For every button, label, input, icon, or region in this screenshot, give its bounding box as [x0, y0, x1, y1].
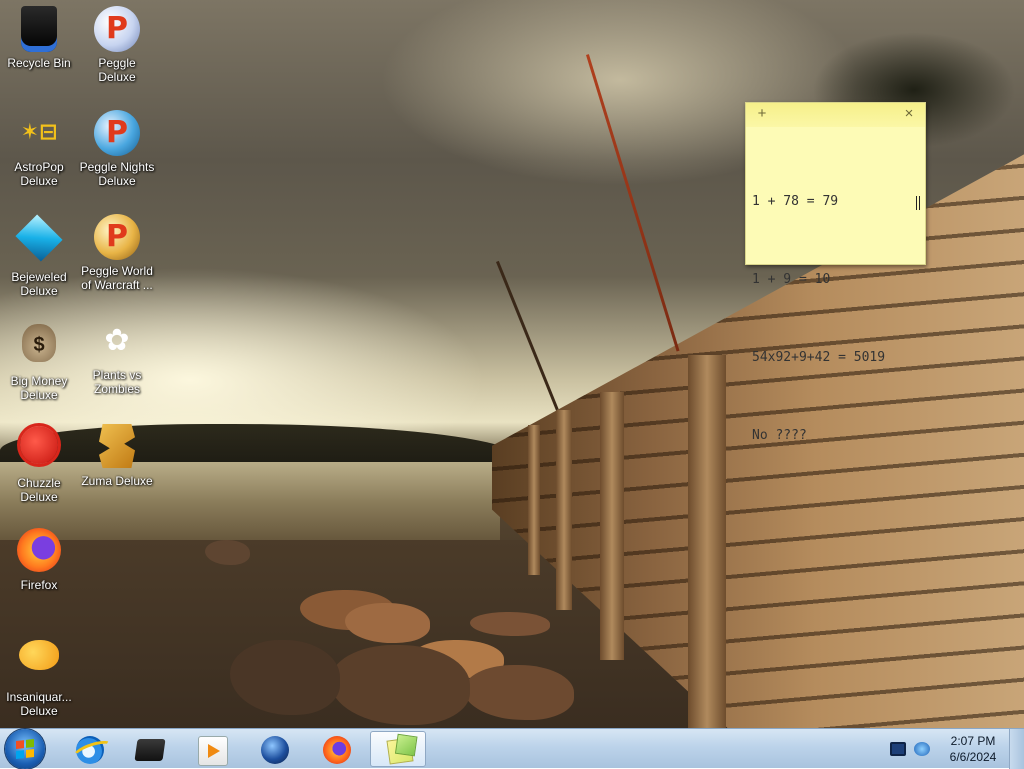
taskbar: 2:07 PM 6/6/2024	[0, 728, 1024, 769]
taskbar-sticky-notes[interactable]	[370, 731, 426, 767]
desktop-icon-insaniquarium[interactable]: Insaniquar... Deluxe	[0, 630, 78, 718]
desktop-icon-big-money[interactable]: $ Big Money Deluxe	[0, 318, 78, 402]
desktop-icon-recycle-bin[interactable]: Recycle Bin	[0, 6, 78, 70]
recycle-bin-icon	[15, 6, 63, 54]
boardwalk-post	[600, 392, 624, 660]
note-line: 54x92+9+42 = 5019	[752, 350, 886, 365]
note-line: 1 + 78 = 79	[752, 194, 839, 209]
taskbar-media-player[interactable]	[184, 731, 240, 767]
desktop-icon-label: Plants vs Zombies	[92, 368, 142, 396]
plants-vs-zombies-icon: ✿	[104, 324, 130, 357]
desktop-icon-firefox[interactable]: Firefox	[0, 526, 78, 592]
display-icon[interactable]	[890, 742, 906, 756]
fishing-rod	[586, 54, 680, 352]
desktop-icon-peggle-wow[interactable]: P Peggle World of Warcraft ...	[78, 214, 156, 292]
taskbar-firefox[interactable]	[309, 731, 365, 767]
desktop-icon-label: Zuma Deluxe	[81, 474, 153, 488]
taskbar-windows-explorer[interactable]	[122, 731, 178, 767]
peggle-icon: P	[93, 6, 141, 54]
fishing-rod	[496, 260, 559, 411]
desktop-icon-peggle-nights[interactable]: P Peggle Nights Deluxe	[78, 110, 156, 188]
system-clock[interactable]: 2:07 PM 6/6/2024	[940, 733, 1006, 765]
note-line: 1 + 9 = 10	[752, 272, 831, 287]
firefox-icon	[15, 528, 63, 576]
clock-date: 6/6/2024	[949, 750, 997, 764]
desktop-icon-label: Insaniquar... Deluxe	[6, 690, 72, 718]
close-note-button[interactable]: ×	[901, 106, 917, 122]
desktop-icon-label: Peggle World of Warcraft ...	[81, 264, 153, 292]
start-button[interactable]	[5, 729, 45, 769]
taskbar-globe-app[interactable]	[247, 731, 303, 767]
sticky-note[interactable]: + × 1 + 78 = 79 1 + 9 = 10 54x92+9+42 = …	[745, 102, 926, 443]
library-icon	[134, 739, 166, 761]
desktop-icon-plants-vs-zombies[interactable]: ✿ Plants vs Zombies	[78, 318, 156, 396]
desktop-icon-label: Firefox	[20, 578, 58, 592]
peggle-nights-icon: P	[93, 110, 141, 158]
clock-time: 2:07 PM	[950, 734, 996, 748]
bejeweled-icon	[15, 214, 63, 268]
firefox-icon	[323, 736, 351, 764]
boardwalk-post	[556, 410, 572, 610]
desktop-icon-peggle-deluxe[interactable]: P Peggle Deluxe	[78, 6, 156, 84]
desktop-icon-chuzzle[interactable]: Chuzzle Deluxe	[0, 422, 78, 504]
desktop-icon-label: AstroPop Deluxe	[14, 160, 64, 188]
desktop-icon-astropop[interactable]: ✶⊟ AstroPop Deluxe	[0, 110, 78, 188]
desktop-icon-bejeweled[interactable]: Bejeweled Deluxe	[0, 214, 78, 298]
sticky-note-titlebar[interactable]: + ×	[746, 103, 925, 127]
sticky-note-text[interactable]: 1 + 78 = 79 1 + 9 = 10 54x92+9+42 = 5019…	[746, 127, 925, 501]
big-money-icon: $	[15, 324, 63, 372]
astropop-icon: ✶⊟	[20, 120, 58, 145]
show-desktop-button[interactable]	[1009, 729, 1024, 769]
peggle-wow-icon: P	[93, 214, 141, 262]
text-cursor-icon	[916, 196, 920, 210]
desktop-icon-label: Recycle Bin	[7, 56, 71, 70]
note-line: No ????	[752, 428, 807, 443]
boardwalk-post	[688, 355, 726, 728]
windows-logo-icon	[16, 739, 34, 759]
zuma-icon	[93, 424, 141, 472]
globe-icon	[261, 736, 289, 764]
media-player-icon	[198, 736, 228, 766]
chuzzle-icon	[15, 426, 63, 474]
insaniquarium-icon	[15, 640, 63, 688]
internet-explorer-icon	[76, 736, 104, 764]
sticky-notes-icon	[386, 737, 414, 765]
desktop-icon-label: Big Money Deluxe	[10, 374, 68, 402]
desktop-icon-label: Bejeweled Deluxe	[11, 270, 67, 298]
desktop-icon-label: Peggle Deluxe	[98, 56, 136, 84]
add-note-button[interactable]: +	[754, 106, 770, 122]
taskbar-internet-explorer[interactable]	[62, 731, 118, 767]
boardwalk-post	[528, 425, 540, 575]
network-icon[interactable]	[914, 742, 930, 756]
desktop-icon-zuma[interactable]: Zuma Deluxe	[78, 422, 156, 488]
desktop-icon-label: Chuzzle Deluxe	[17, 476, 61, 504]
desktop-icon-label: Peggle Nights Deluxe	[79, 160, 155, 188]
